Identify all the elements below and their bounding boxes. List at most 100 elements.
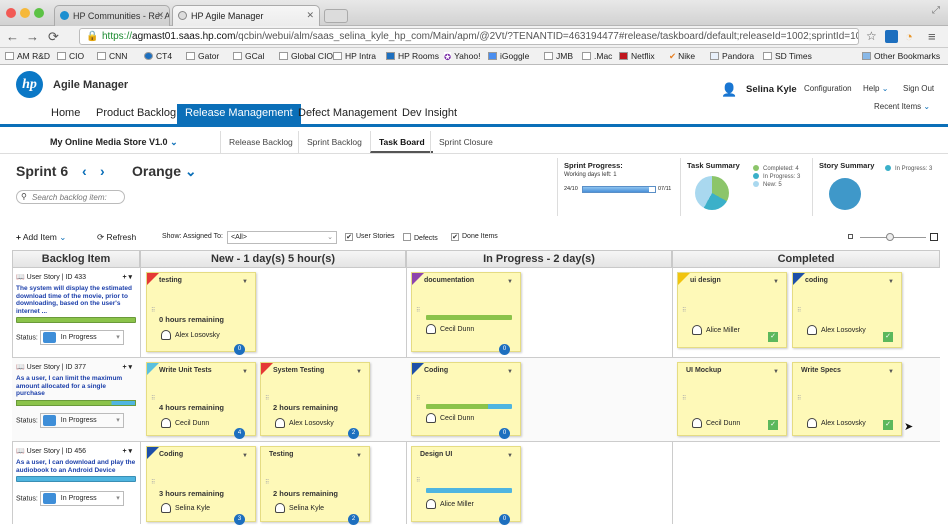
bookmark-item[interactable]: Global CIO (279, 51, 333, 61)
backlog-item[interactable]: 📖 User Story | ID 377 + ▾ As a user, I ca… (16, 363, 136, 428)
nav-release-management[interactable]: Release Management (177, 104, 301, 124)
sign-out-link[interactable]: Sign Out (903, 84, 934, 93)
bookmark-item[interactable]: ✔ Nike (669, 51, 695, 62)
assigned-to-select[interactable]: <All> ⌄ (227, 231, 337, 244)
drag-handle-icon[interactable]: ⠿ (682, 307, 686, 314)
bookmark-item[interactable]: CIO (57, 51, 84, 61)
browser-tab-communities[interactable]: HP Communities - Re: AGM ✕ (54, 5, 170, 26)
task-card[interactable]: testing ▼ ⠿ 0 hours remaining Alex Losov… (146, 272, 256, 355)
reload-icon[interactable]: ⟳ (48, 29, 59, 45)
card-menu-icon[interactable]: ▼ (773, 369, 779, 375)
search-input[interactable]: ⚲ Search backlog item: (16, 190, 125, 204)
bookmark-item[interactable]: .Mac (582, 51, 612, 61)
done-items-checkbox[interactable]: ✔ Done Items (451, 233, 498, 241)
bookmark-item[interactable]: Netflix (619, 51, 655, 61)
status-select[interactable]: In Progress ▾ (39, 412, 124, 428)
drag-handle-icon[interactable]: ⠿ (265, 479, 269, 486)
task-card[interactable]: Coding ▼ ⠿ Cecil Dunn 0 (411, 362, 521, 439)
help-link[interactable]: Help ⌄ (863, 84, 888, 93)
defects-checkbox[interactable]: Defects (403, 233, 438, 242)
drag-handle-icon[interactable]: ⠿ (416, 395, 420, 402)
fullscreen-icon[interactable]: ⤢ (932, 5, 940, 16)
backlog-item[interactable]: 📖 User Story | ID 456 + ▾ As a user, I ca… (16, 447, 136, 506)
release-selector[interactable]: Orange ⌄ (132, 163, 197, 180)
bookmark-item[interactable]: SD Times (763, 51, 812, 61)
card-menu-icon[interactable]: ▼ (242, 453, 248, 459)
task-card[interactable]: Write Unit Tests ▼ ⠿ 4 hours remaining C… (146, 362, 256, 439)
status-select[interactable]: In Progress ▾ (39, 491, 124, 506)
drag-handle-icon[interactable]: ⠿ (682, 395, 686, 402)
task-card[interactable]: Testing ▼ ⠿ 2 hours remaining Selina Kyl… (260, 446, 370, 525)
nav-home[interactable]: Home (43, 104, 88, 124)
drag-handle-icon[interactable]: ⠿ (151, 395, 155, 402)
status-select[interactable]: In Progress ▾ (39, 330, 124, 345)
close-tab-icon[interactable]: ✕ (306, 10, 314, 21)
card-menu-icon[interactable]: ▼ (507, 369, 513, 375)
add-task-icon[interactable]: + ▾ (122, 273, 132, 281)
zoom-handle[interactable] (886, 233, 894, 241)
menu-icon[interactable]: ≡ (928, 29, 936, 44)
bookmark-item[interactable]: GCal (233, 51, 264, 61)
task-card[interactable]: ui design ▼ ⠿ Alice Miller ✓ (677, 272, 787, 348)
bookmark-item[interactable]: Pandora (710, 51, 754, 61)
product-selector[interactable]: My Online Media Store V1.0 ⌄ (50, 137, 178, 148)
nav-product-backlog[interactable]: Product Backlog (88, 104, 184, 124)
drag-handle-icon[interactable]: ⠿ (797, 395, 801, 402)
extension-icon[interactable] (885, 30, 898, 43)
bookmark-item[interactable]: JMB (544, 51, 573, 61)
task-card[interactable]: Coding ▼ ⠿ 3 hours remaining Selina Kyle… (146, 446, 256, 525)
new-tab-button[interactable] (324, 9, 348, 23)
close-tab-icon[interactable]: ✕ (156, 10, 164, 21)
forward-icon[interactable]: → (26, 29, 39, 44)
previous-sprint-icon[interactable]: ‹ (82, 163, 87, 179)
drag-handle-icon[interactable]: ⠿ (416, 307, 420, 314)
tab-release-backlog[interactable]: Release Backlog (220, 131, 301, 153)
nav-dev-insight[interactable]: Dev Insight (394, 104, 465, 124)
bookmark-star-icon[interactable]: ☆ (866, 29, 877, 43)
task-card[interactable]: System Testing ▼ ⠿ 2 hours remaining Ale… (260, 362, 370, 439)
card-menu-icon[interactable]: ▼ (888, 369, 894, 375)
close-window-icon[interactable] (6, 8, 16, 18)
card-menu-icon[interactable]: ▼ (356, 369, 362, 375)
task-card[interactable]: Design UI ▼ ⠿ Alice Miller 0 (411, 446, 521, 525)
bookmark-item[interactable]: ✪ Yahoo! (444, 51, 480, 62)
bookmark-item[interactable]: iGoggle (488, 51, 529, 61)
card-menu-icon[interactable]: ▼ (507, 453, 513, 459)
add-task-icon[interactable]: + ▾ (122, 447, 132, 455)
browser-tab-agile-manager[interactable]: HP Agile Manager ✕ (172, 5, 320, 26)
zoom-slider[interactable] (848, 233, 938, 243)
rss-icon[interactable]: ◔ (905, 29, 913, 44)
recent-items-menu[interactable]: Recent Items ⌄ (874, 102, 930, 111)
tab-sprint-closure[interactable]: Sprint Closure (430, 131, 501, 153)
card-menu-icon[interactable]: ▼ (356, 453, 362, 459)
card-menu-icon[interactable]: ▼ (888, 279, 894, 285)
zoom-window-icon[interactable] (34, 8, 44, 18)
add-item-button[interactable]: + Add Item ⌄ (16, 232, 66, 243)
add-task-icon[interactable]: + ▾ (122, 363, 132, 371)
drag-handle-icon[interactable]: ⠿ (151, 307, 155, 314)
bookmark-item[interactable]: AM R&D (5, 51, 50, 61)
refresh-button[interactable]: ⟳ Refresh (97, 232, 136, 243)
tab-sprint-backlog[interactable]: Sprint Backlog (298, 131, 370, 153)
configuration-link[interactable]: Configuration (804, 84, 852, 93)
backlog-item[interactable]: 📖 User Story | ID 433 + ▾ The system will… (16, 273, 136, 345)
user-stories-checkbox[interactable]: ✔ User Stories (345, 233, 395, 241)
task-card[interactable]: documentation ▼ ⠿ Cecil Dunn 0 (411, 272, 521, 355)
url-bar[interactable]: 🔒 https://agmast01.saas.hp.com/qcbin/web… (79, 28, 859, 45)
card-menu-icon[interactable]: ▼ (507, 279, 513, 285)
bookmark-item[interactable]: CNN (97, 51, 127, 61)
drag-handle-icon[interactable]: ⠿ (416, 477, 420, 484)
back-icon[interactable]: ← (6, 29, 19, 44)
next-sprint-icon[interactable]: › (100, 163, 105, 179)
other-bookmarks[interactable]: Other Bookmarks (862, 51, 940, 61)
task-card[interactable]: Write Specs ▼ ⠿ Alex Losovsky ✓ (792, 362, 902, 436)
drag-handle-icon[interactable]: ⠿ (265, 395, 269, 402)
tab-task-board[interactable]: Task Board (370, 131, 433, 153)
card-menu-icon[interactable]: ▼ (242, 279, 248, 285)
bookmark-item[interactable]: HP Rooms (386, 51, 439, 61)
drag-handle-icon[interactable]: ⠿ (797, 307, 801, 314)
drag-handle-icon[interactable]: ⠿ (151, 479, 155, 486)
minimize-window-icon[interactable] (20, 8, 30, 18)
bookmark-item[interactable]: CT4 (144, 51, 172, 61)
card-menu-icon[interactable]: ▼ (242, 369, 248, 375)
